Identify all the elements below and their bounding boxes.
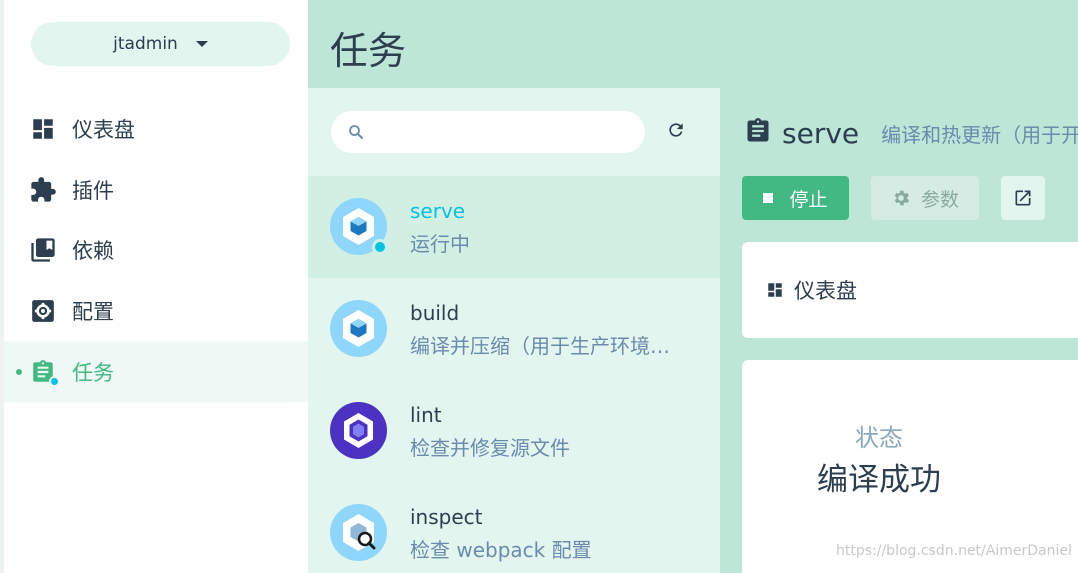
stop-button[interactable]: 停止 [742, 176, 849, 220]
project-select[interactable]: jtadmin [31, 22, 290, 66]
dashboard-tab[interactable]: 仪表盘 [742, 242, 1078, 338]
parameters-button[interactable]: 参数 [871, 176, 979, 220]
settings-box-icon [28, 296, 58, 326]
status-value: 编译成功 [817, 462, 941, 498]
search-icon [347, 123, 365, 145]
active-indicator [16, 369, 22, 375]
clipboard-icon [28, 357, 60, 387]
page-header: 任务 [308, 0, 1078, 88]
webpack-icon [330, 300, 387, 357]
watermark: https://blog.csdn.net/AimerDaniel [836, 543, 1072, 559]
task-item-inspect[interactable]: inspect 检查 webpack 配置 [308, 482, 720, 573]
task-details: serve 编译和热更新（用于开 停止 参数 仪表盘 状态 编译成功 [720, 88, 1078, 573]
nav-item-configuration[interactable]: 配置 [4, 280, 312, 341]
stop-icon [763, 193, 774, 203]
task-name: build [410, 301, 460, 325]
task-item-serve[interactable]: serve 运行中 [308, 176, 720, 278]
task-subtitle: 编译和热更新（用于开 [881, 122, 1078, 147]
search-input[interactable] [331, 111, 645, 153]
task-item-build[interactable]: build 编译并压缩（用于生产环境… [308, 278, 720, 380]
puzzle-icon [28, 175, 58, 205]
webpack-inspect-icon [330, 504, 387, 561]
nav-label: 任务 [72, 360, 114, 385]
caret-down-icon [195, 41, 208, 47]
nav-item-dashboard[interactable]: 仪表盘 [4, 98, 312, 159]
dashboard-icon [28, 114, 58, 144]
dashboard-icon [766, 281, 784, 299]
project-name: jtadmin [113, 34, 178, 54]
status-dot [49, 375, 60, 387]
parameters-label: 参数 [920, 188, 959, 211]
task-description: 检查 webpack 配置 [410, 538, 592, 562]
task-title: serve [782, 116, 860, 150]
running-indicator [372, 239, 388, 255]
task-details-header: serve 编译和热更新（用于开 [744, 116, 1078, 150]
nav-item-dependencies[interactable]: 依赖 [4, 219, 312, 280]
status-card: 状态 编译成功 [742, 360, 1078, 573]
stop-label: 停止 [789, 188, 828, 211]
nav-item-tasks[interactable]: 任务 [4, 341, 312, 402]
open-in-new-icon [1013, 188, 1033, 208]
clipboard-icon [744, 116, 772, 150]
eslint-icon [330, 402, 387, 459]
open-in-new-button[interactable] [1001, 176, 1045, 220]
nav-label: 插件 [72, 178, 114, 203]
nav-label: 配置 [72, 299, 114, 324]
nav-label: 仪表盘 [72, 117, 135, 142]
task-item-lint[interactable]: lint 检查并修复源文件 [308, 380, 720, 482]
task-name: lint [410, 403, 442, 427]
library-books-icon [28, 235, 58, 265]
task-description: 编译并压缩（用于生产环境… [410, 334, 670, 358]
task-description: 运行中 [410, 232, 470, 256]
nav-item-plugins[interactable]: 插件 [4, 159, 312, 220]
task-description: 检查并修复源文件 [410, 436, 570, 460]
sidebar: jtadmin 仪表盘 插件 依赖 配置 任务 [0, 0, 312, 573]
task-name: serve [410, 199, 466, 223]
task-list: serve 运行中 build 编译并压缩（用于生产环境… lint 检查并修复… [308, 88, 720, 573]
refresh-icon[interactable] [666, 120, 686, 144]
dashboard-label: 仪表盘 [794, 279, 857, 303]
gear-icon [891, 188, 911, 208]
status-label: 状态 [855, 424, 903, 452]
nav-label: 依赖 [72, 238, 114, 263]
task-name: inspect [410, 505, 483, 529]
page-title: 任务 [330, 29, 407, 73]
